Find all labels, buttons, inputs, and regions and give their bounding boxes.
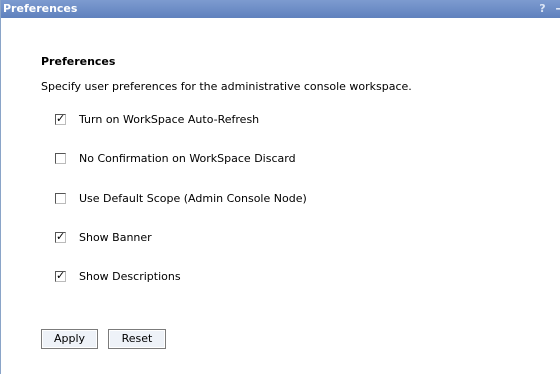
panel-title: Preferences bbox=[3, 2, 78, 15]
check-icon: ✓ bbox=[56, 112, 66, 125]
check-icon: ✓ bbox=[56, 230, 66, 243]
auto-refresh-label: Turn on WorkSpace Auto-Refresh bbox=[79, 113, 260, 126]
no-confirmation-checkbox[interactable] bbox=[55, 153, 66, 164]
preferences-content: Preferences Specify user preferences for… bbox=[41, 55, 541, 349]
titlebar-icons: ? – bbox=[539, 0, 560, 18]
default-scope-checkbox[interactable] bbox=[55, 193, 66, 204]
minimize-icon[interactable]: – bbox=[556, 0, 560, 18]
show-descriptions-checkbox[interactable]: ✓ bbox=[55, 269, 66, 282]
help-icon[interactable]: ? bbox=[539, 0, 545, 18]
section-description: Specify user preferences for the adminis… bbox=[41, 80, 412, 93]
apply-button[interactable]: Apply bbox=[41, 329, 98, 349]
auto-refresh-checkbox[interactable]: ✓ bbox=[55, 112, 66, 125]
show-banner-checkbox[interactable]: ✓ bbox=[55, 230, 66, 243]
reset-button[interactable]: Reset bbox=[108, 329, 166, 349]
show-banner-label: Show Banner bbox=[79, 231, 152, 244]
section-title: Preferences bbox=[41, 55, 116, 68]
no-confirmation-label: No Confirmation on WorkSpace Discard bbox=[79, 152, 296, 165]
panel-titlebar: Preferences ? – bbox=[1, 0, 560, 18]
show-descriptions-label: Show Descriptions bbox=[79, 270, 181, 283]
preferences-panel: Preferences ? – Preferences Specify user… bbox=[0, 0, 560, 374]
check-icon: ✓ bbox=[56, 269, 66, 282]
default-scope-label: Use Default Scope (Admin Console Node) bbox=[79, 192, 307, 205]
